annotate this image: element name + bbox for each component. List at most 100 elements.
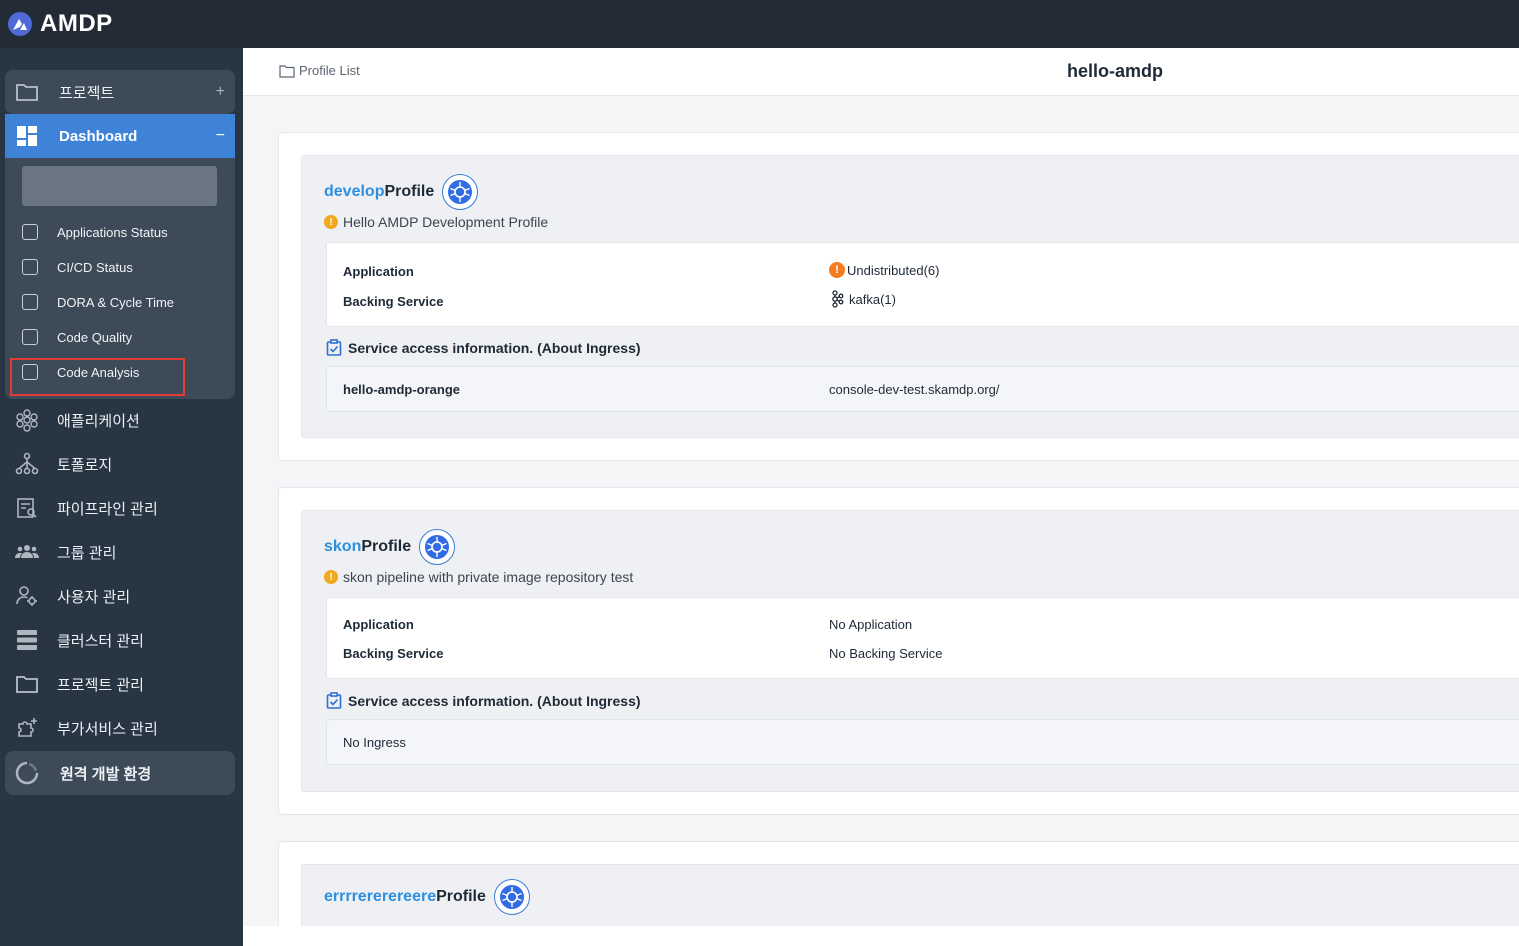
checkbox[interactable] [22,259,38,275]
profile-suffix: Profile [361,538,412,555]
warning-icon: ! [324,215,338,229]
sidebar-item-label: 프로젝트 [59,84,115,102]
sidebar-item-cluster[interactable]: 클러스터 관리 [5,618,235,662]
profile-description: ! skon pipeline with private image repos… [324,569,633,585]
page-header: Profile List hello-amdp [243,48,1519,96]
sidebar-item-label: 부가서비스 관리 [57,721,158,738]
main-content: develop Profile ! Hello AMDP Development … [243,97,1519,926]
sidebar-item-label: Dashboard [59,127,138,145]
checkbox[interactable] [22,329,38,345]
sidebar-item-label: 클러스터 관리 [57,633,144,650]
application-label: Application [343,617,414,632]
warning-icon: ! [324,570,338,584]
dashboard-search-input[interactable] [22,166,217,206]
sidebar-item-project[interactable]: 프로젝트 + [5,70,235,114]
profile-panel: errrrererereere Profile [301,864,1519,926]
add-project-button[interactable]: + [216,83,225,101]
ingress-host-link[interactable]: console-dev-test.skamdp.org/ [829,382,1000,397]
application-label: Application [343,264,414,279]
profile-panel: develop Profile ! Hello AMDP Development … [301,155,1519,438]
kafka-icon [832,290,844,308]
user-settings-icon [16,586,37,606]
clipboard-check-icon [326,339,342,356]
profile-info-box: Application No Application Backing Servi… [326,597,1519,679]
sidebar-item-addon[interactable]: 부가서비스 관리 [5,706,235,750]
dashboard-group: Dashboard − Applications Status CI/CD St… [5,114,235,399]
dashboard-item-dora[interactable]: DORA & Cycle Time [5,286,235,318]
backing-service-value-text: kafka(1) [849,291,896,307]
folder-icon [16,676,38,693]
profile-card: errrrererereere Profile [278,841,1519,926]
profile-panel: skon Profile ! skon pipeline with private… [301,510,1519,792]
collapse-dashboard-button[interactable]: − [216,127,225,145]
sidebar-item-application[interactable]: 애플리케이션 [5,398,235,442]
sidebar-item-label: 그룹 관리 [57,545,117,562]
dashboard-item-label: CI/CD Status [57,259,133,275]
dashboard-item-cicd-status[interactable]: CI/CD Status [5,251,235,283]
sidebar-item-label: 프로젝트 관리 [57,677,144,694]
profile-name: develop [324,183,385,200]
page-title: hello-amdp [1067,61,1164,81]
application-value[interactable]: ! Undistributed(6) [829,262,940,278]
profile-title[interactable]: skon Profile [324,529,456,565]
backing-service-label: Backing Service [343,294,444,309]
dashboard-item-label: Code Quality [57,329,133,345]
folder-icon [279,64,295,78]
backing-service-label: Backing Service [343,646,444,661]
group-icon [15,545,39,558]
sidebar-item-topology[interactable]: 토폴로지 [5,442,235,486]
sidebar-item-dashboard[interactable]: Dashboard − [5,114,235,158]
dashboard-item-label: Applications Status [57,224,168,240]
profile-description: ! Hello AMDP Development Profile [324,214,548,230]
sidebar-item-user[interactable]: 사용자 관리 [5,574,235,618]
folder-icon [16,84,38,101]
sidebar-item-remote-dev[interactable]: 원격 개발 환경 [5,751,235,795]
ingress-row: No Ingress [326,719,1519,765]
breadcrumb-label: Profile List [299,63,360,78]
backing-service-value[interactable]: kafka(1) [829,290,896,308]
service-title-text: Service access information. (About Ingre… [348,692,641,709]
clipboard-check-icon [326,692,342,709]
sidebar-item-label: 사용자 관리 [57,589,131,606]
checkbox[interactable] [22,224,38,240]
application-icon [16,409,38,432]
cluster-icon [17,630,37,650]
kubernetes-icon [442,174,479,210]
profile-title[interactable]: develop Profile [324,174,479,210]
service-title-text: Service access information. (About Ingre… [348,339,641,356]
sidebar-item-label: 애플리케이션 [57,413,140,430]
application-value: No Application [829,617,913,632]
profile-info-box: Application ! Undistributed(6) Backing S… [326,242,1519,327]
application-value-text: Undistributed(6) [847,262,940,278]
dashboard-icon [17,126,37,146]
kubernetes-icon [493,879,530,915]
checkbox[interactable] [22,294,38,310]
dashboard-item-applications-status[interactable]: Applications Status [5,216,235,248]
sidebar-item-group[interactable]: 그룹 관리 [5,530,235,574]
alert-icon: ! [829,262,845,278]
sidebar-item-pipeline[interactable]: 파이프라인 관리 [5,486,235,530]
topology-icon [15,452,39,475]
ingress-row[interactable]: hello-amdp-orange console-dev-test.skamd… [326,366,1519,412]
sidebar-item-label: 파이프라인 관리 [57,501,158,518]
pipeline-icon [17,498,37,518]
profile-title[interactable]: errrrererereere Profile [324,879,530,915]
profile-card: skon Profile ! skon pipeline with private… [278,487,1519,815]
service-access-title: Service access information. (About Ingre… [326,339,641,356]
kubernetes-icon [419,529,456,565]
sidebar-item-project-management[interactable]: 프로젝트 관리 [5,662,235,706]
breadcrumb[interactable]: Profile List [279,63,360,78]
profile-suffix: Profile [436,888,486,905]
description-text: Hello AMDP Development Profile [343,214,549,230]
sidebar-item-label: 토폴로지 [57,457,113,474]
ingress-name: hello-amdp-orange [343,382,461,397]
sidebar: 프로젝트 + Dashboard − Applications Status C… [0,48,243,946]
sidebar-item-label: 원격 개발 환경 [60,766,152,783]
service-access-title: Service access information. (About Ingre… [326,692,641,709]
app-logo[interactable]: AMDP [8,10,113,38]
profile-card: develop Profile ! Hello AMDP Development … [278,132,1519,461]
profile-name: errrrererereere [324,888,437,905]
top-bar: AMDP [0,0,1519,48]
dashboard-item-code-quality[interactable]: Code Quality [5,321,235,353]
profile-name: skon [324,538,362,555]
